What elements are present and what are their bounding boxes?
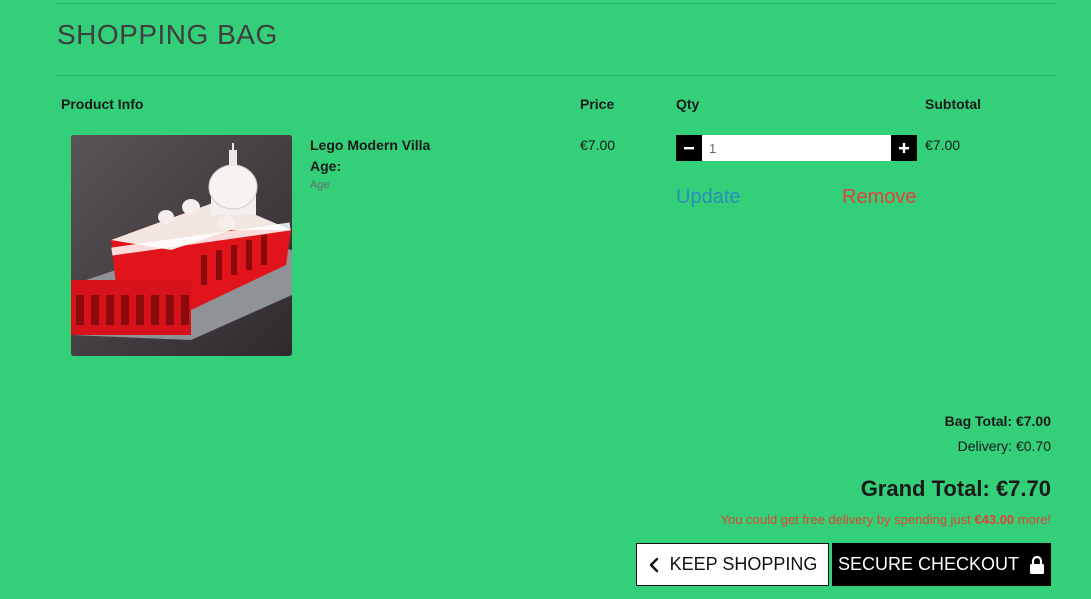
decrement-button[interactable] (676, 135, 702, 161)
free-delivery-amount: €43.00 (974, 512, 1015, 527)
top-divider (57, 3, 1056, 4)
product-age-value: Age (310, 179, 330, 191)
quantity-input[interactable] (702, 135, 891, 161)
minus-icon (684, 147, 694, 150)
line-subtotal: €7.00 (925, 137, 961, 153)
bag-total: Bag Total: €7.00 (944, 413, 1051, 429)
product-name: Lego Modern Villa (310, 137, 431, 153)
header-divider (57, 75, 1056, 76)
header-subtotal: Subtotal (925, 96, 981, 112)
lock-icon (1030, 555, 1045, 574)
keep-shopping-label: KEEP SHOPPING (669, 554, 818, 574)
header-price: Price (580, 96, 615, 112)
grand-total: Grand Total: €7.70 (860, 476, 1051, 501)
secure-checkout-button[interactable]: SECURE CHECKOUT (832, 543, 1051, 586)
increment-button[interactable] (891, 135, 917, 161)
page-title: SHOPPING BAG (57, 19, 278, 50)
update-link[interactable]: Update (676, 186, 741, 209)
header-product-info: Product Info (61, 96, 144, 112)
chevron-left-icon (649, 557, 658, 572)
product-price: €7.00 (580, 137, 616, 153)
product-image (71, 135, 292, 356)
secure-checkout-label: SECURE CHECKOUT (837, 554, 1020, 574)
header-qty: Qty (676, 96, 700, 112)
free-delivery-message: You could get free delivery by spending … (720, 512, 1051, 527)
product-age-label: Age: (310, 158, 342, 174)
plus-icon (899, 143, 909, 153)
remove-link[interactable]: Remove (842, 186, 916, 209)
free-delivery-suffix: more! (1014, 512, 1051, 527)
keep-shopping-button[interactable]: KEEP SHOPPING (636, 543, 829, 586)
delivery-cost: Delivery: €0.70 (957, 438, 1051, 454)
quantity-stepper (676, 135, 917, 161)
free-delivery-prefix: You could get free delivery by spending … (720, 512, 975, 527)
